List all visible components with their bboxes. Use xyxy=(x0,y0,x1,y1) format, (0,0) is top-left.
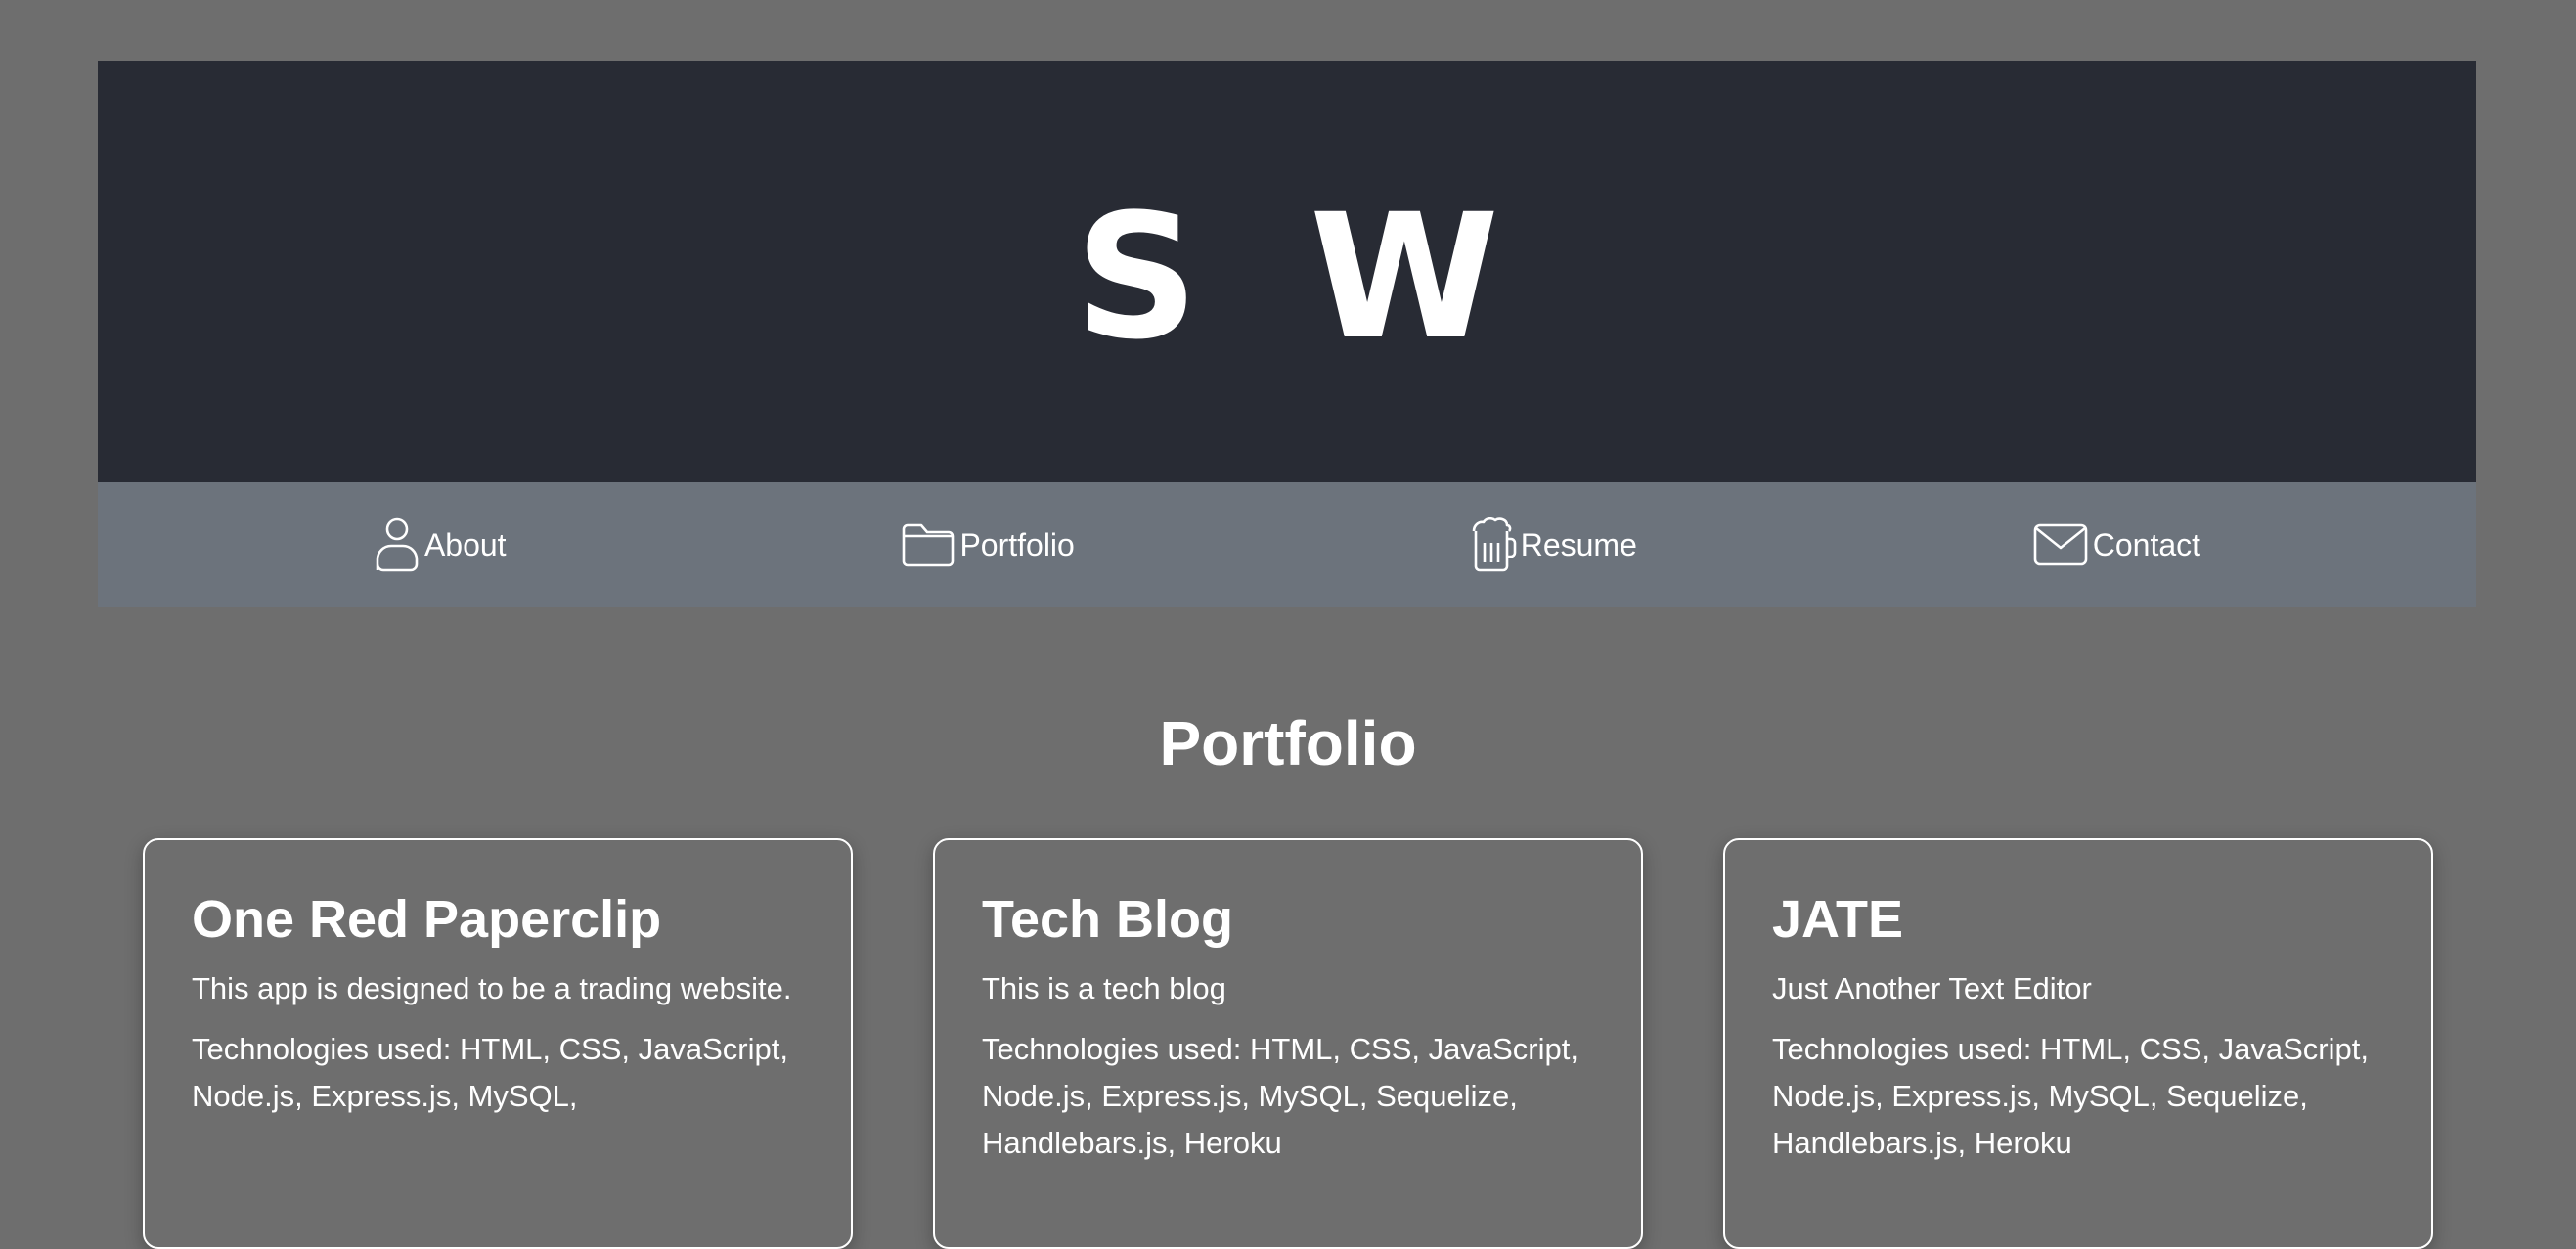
nav-label-resume: Resume xyxy=(1520,526,1637,562)
project-technologies: Technologies used: HTML, CSS, JavaScript… xyxy=(1772,1032,2369,1161)
beer-mug-icon xyxy=(1470,517,1517,572)
brand-initials: S W xyxy=(1074,177,1526,378)
person-icon xyxy=(374,516,421,573)
section-title: Portfolio xyxy=(1159,707,1417,779)
project-title: JATE xyxy=(1772,890,1904,949)
project-description: This app is designed to be a trading web… xyxy=(192,971,792,1006)
main-nav: About Portfolio Resume Contact xyxy=(98,482,2476,607)
project-card[interactable]: One Red Paperclip This app is designed t… xyxy=(143,838,853,1249)
project-description: This is a tech blog xyxy=(982,971,1226,1006)
folder-icon xyxy=(901,522,955,567)
nav-label-portfolio: Portfolio xyxy=(959,526,1075,562)
project-technologies: Technologies used: HTML, CSS, JavaScript… xyxy=(982,1032,1578,1161)
nav-item-about[interactable]: About xyxy=(374,516,507,573)
project-card[interactable]: JATE Just Another Text Editor Technologi… xyxy=(1723,838,2433,1249)
nav-item-portfolio[interactable]: Portfolio xyxy=(901,522,1075,567)
project-technologies: Technologies used: HTML, CSS, JavaScript… xyxy=(192,1032,788,1114)
project-title: One Red Paperclip xyxy=(192,890,662,949)
nav-item-resume[interactable]: Resume xyxy=(1470,517,1637,572)
project-card[interactable]: Tech Blog This is a tech blog Technologi… xyxy=(933,838,1643,1249)
project-cards: One Red Paperclip This app is designed t… xyxy=(143,838,2433,1249)
site-header: S W xyxy=(98,61,2476,482)
page-frame: S W About Portfolio Resume Contact xyxy=(98,61,2476,607)
envelope-icon xyxy=(2032,522,2089,567)
nav-label-contact: Contact xyxy=(2092,526,2201,562)
project-description: Just Another Text Editor xyxy=(1772,971,2092,1006)
nav-item-contact[interactable]: Contact xyxy=(2032,522,2200,567)
project-title: Tech Blog xyxy=(982,890,1234,949)
nav-label-about: About xyxy=(423,526,507,562)
